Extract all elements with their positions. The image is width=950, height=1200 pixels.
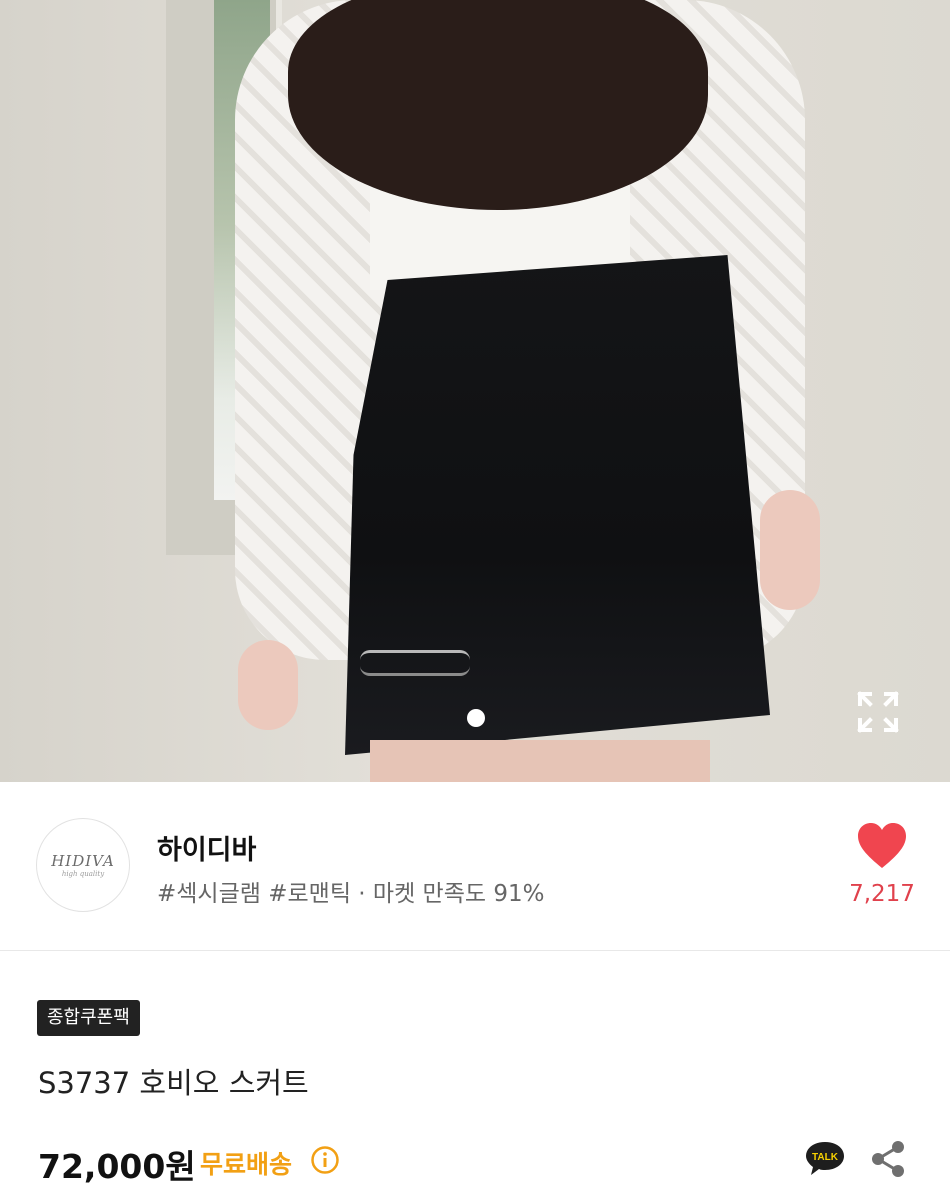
free-shipping-label: 무료배송 — [200, 1150, 293, 1179]
product-price: 72,000원 — [38, 1147, 196, 1186]
photo-hand-left — [238, 640, 298, 730]
seller-tags: #섹시글램 #로맨틱 · 마켓 만족도 91% — [157, 881, 545, 907]
product-title: S3737 호비오 스커트 — [38, 1066, 309, 1100]
like-count: 7,217 — [849, 881, 915, 907]
talk-icon[interactable]: TALK — [804, 1140, 846, 1178]
photo-hand-right — [760, 490, 820, 610]
product-image[interactable] — [0, 0, 950, 782]
share-icon[interactable] — [870, 1140, 906, 1178]
info-icon[interactable] — [310, 1145, 340, 1175]
seller-logo[interactable]: HIDIVA high quality — [36, 818, 130, 912]
image-pager-dot[interactable] — [467, 709, 485, 727]
photo-legs — [370, 740, 710, 782]
photo-skirt — [345, 255, 770, 755]
coupon-badge[interactable]: 종합쿠폰팩 — [37, 1000, 140, 1036]
heart-icon[interactable] — [856, 822, 908, 870]
seller-logo-text: HIDIVA — [51, 852, 115, 870]
expand-icon[interactable] — [856, 690, 900, 734]
seller-name[interactable]: 하이디바 — [157, 828, 256, 867]
seller-logo-subtext: high quality — [61, 870, 105, 878]
talk-icon-label: TALK — [812, 1152, 839, 1163]
seller-row[interactable]: HIDIVA high quality 하이디바 #섹시글램 #로맨틱 · 마켓… — [0, 782, 950, 951]
photo-skirt-embroidery — [360, 650, 470, 676]
